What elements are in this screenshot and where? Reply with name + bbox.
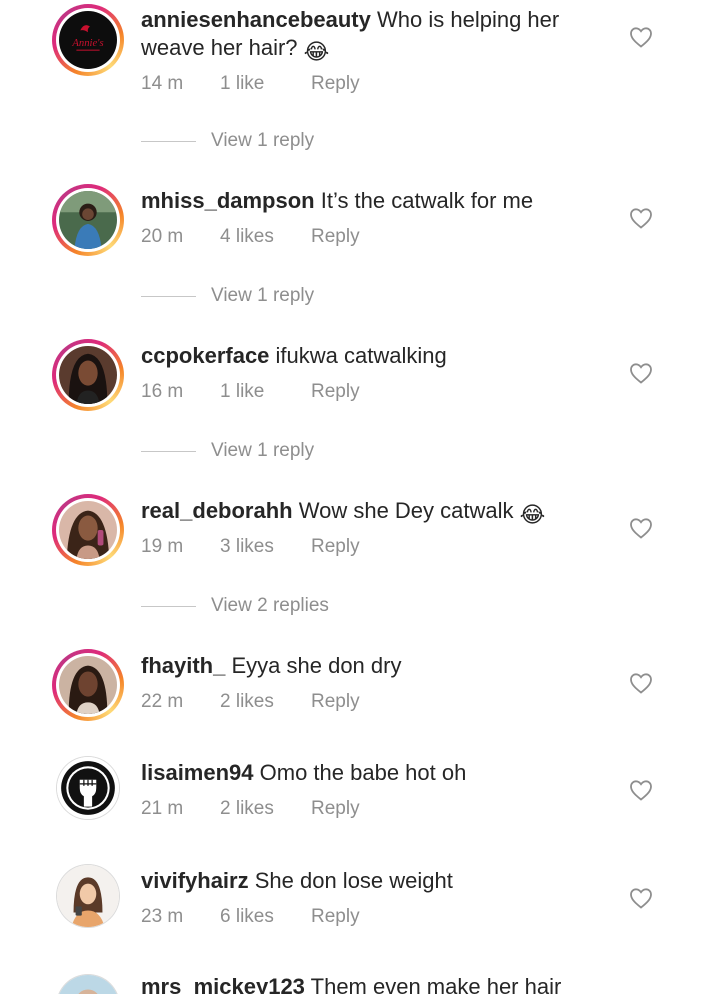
avatar[interactable] (52, 494, 124, 566)
annies-logo-icon: Annie's (59, 11, 117, 69)
like-heart-icon[interactable] (629, 362, 653, 384)
comment-username[interactable]: mhiss_dampson (141, 188, 315, 213)
comment-username[interactable]: lisaimen94 (141, 760, 254, 785)
comment-time: 19 m (141, 536, 184, 557)
profile-photo-icon (59, 191, 117, 249)
comment-meta: 22 m 2 likes Reply (141, 691, 360, 713)
svg-text:Annie's: Annie's (71, 38, 103, 49)
view-replies-button[interactable]: View 2 replies (141, 595, 329, 617)
reply-button[interactable]: Reply (311, 381, 360, 403)
comment-body: Omo the babe hot oh (259, 760, 467, 785)
avatar[interactable] (56, 974, 120, 994)
like-heart-icon[interactable] (629, 517, 653, 539)
view-replies-button[interactable]: View 1 reply (141, 440, 314, 462)
view-replies-button[interactable]: View 1 reply (141, 285, 314, 307)
comment-text: ccpokerface ifukwa catwalking (141, 342, 611, 370)
comment-time: 23 m (141, 906, 184, 927)
divider (141, 605, 196, 607)
comment-time: 16 m (141, 381, 184, 402)
comment-body: Them even make her hair (310, 974, 562, 994)
laughing-emoji-icon: 😂 (303, 39, 330, 64)
raised-fist-icon (57, 757, 119, 819)
comment-body: She don lose weight (254, 868, 453, 893)
comment-likes[interactable]: 3 likes (220, 536, 311, 558)
comment-body: It’s the catwalk for me (320, 188, 534, 213)
view-replies-button[interactable]: View 1 reply (141, 130, 314, 152)
profile-photo-icon (59, 346, 117, 404)
comment-body: Wow she Dey catwalk (298, 498, 514, 523)
reply-button[interactable]: Reply (311, 226, 360, 248)
profile-photo-icon (59, 501, 117, 559)
comment-meta: 19 m 3 likes Reply (141, 536, 360, 558)
comment-meta: 23 m 6 likes Reply (141, 906, 360, 928)
view-replies-label: View 1 reply (211, 130, 315, 151)
view-replies-label: View 1 reply (211, 285, 315, 306)
reply-button[interactable]: Reply (311, 536, 360, 558)
comment-username[interactable]: vivifyhairz (141, 868, 249, 893)
comment-username[interactable]: fhayith_ (141, 653, 225, 678)
laughing-emoji-icon: 😂 (519, 502, 546, 527)
comment-text: real_deborahh Wow she Dey catwalk 😂 (141, 497, 611, 529)
avatar[interactable] (52, 649, 124, 721)
profile-photo-icon (57, 975, 119, 994)
like-heart-icon[interactable] (629, 672, 653, 694)
divider (141, 140, 196, 142)
profile-photo-icon (59, 656, 117, 714)
avatar[interactable] (56, 756, 120, 820)
comment-text: lisaimen94 Omo the babe hot oh (141, 759, 611, 787)
comment-likes[interactable]: 4 likes (220, 226, 311, 248)
avatar[interactable]: Annie's (52, 4, 124, 76)
divider (141, 295, 196, 297)
reply-button[interactable]: Reply (311, 798, 360, 820)
reply-button[interactable]: Reply (311, 906, 360, 928)
comment-text: fhayith_ Eyya she don dry (141, 652, 611, 680)
like-heart-icon[interactable] (629, 887, 653, 909)
comment-meta: 16 m 1 like Reply (141, 381, 360, 403)
comment-username[interactable]: real_deborahh (141, 498, 293, 523)
comment-likes[interactable]: 2 likes (220, 798, 311, 820)
comments-list: Annie's anniesenhancebeauty Who is helpi… (0, 0, 720, 994)
comment-time: 14 m (141, 73, 184, 94)
comment-text: anniesenhancebeauty Who is helping her w… (141, 6, 611, 66)
comment-text: vivifyhairz She don lose weight (141, 867, 611, 895)
comment-likes[interactable]: 6 likes (220, 906, 311, 928)
reply-button[interactable]: Reply (311, 691, 360, 713)
illustrated-woman-icon (57, 865, 119, 927)
comment-meta: 20 m 4 likes Reply (141, 226, 360, 248)
comment-time: 20 m (141, 226, 184, 247)
comment-body: ifukwa catwalking (275, 343, 447, 368)
comment-likes[interactable]: 1 like (220, 73, 311, 95)
comment-username[interactable]: mrs_mickey123 (141, 974, 305, 994)
avatar[interactable] (56, 864, 120, 928)
like-heart-icon[interactable] (629, 207, 653, 229)
comment-body: Eyya she don dry (231, 653, 402, 678)
comment-meta: 14 m 1 like Reply (141, 73, 360, 95)
comment-username[interactable]: ccpokerface (141, 343, 269, 368)
comment-meta: 21 m 2 likes Reply (141, 798, 360, 820)
view-replies-label: View 1 reply (211, 440, 315, 461)
comment-text: mhiss_dampson It’s the catwalk for me (141, 187, 611, 215)
comment-likes[interactable]: 1 like (220, 381, 311, 403)
like-heart-icon[interactable] (629, 26, 653, 48)
like-heart-icon[interactable] (629, 779, 653, 801)
comment-username[interactable]: anniesenhancebeauty (141, 7, 371, 32)
avatar[interactable] (52, 184, 124, 256)
view-replies-label: View 2 replies (211, 595, 329, 616)
comment-time: 22 m (141, 691, 184, 712)
reply-button[interactable]: Reply (311, 73, 360, 95)
avatar[interactable] (52, 339, 124, 411)
comment-text: mrs_mickey123 Them even make her hair (141, 973, 611, 994)
comment-time: 21 m (141, 798, 184, 819)
divider (141, 450, 196, 452)
comment-likes[interactable]: 2 likes (220, 691, 311, 713)
